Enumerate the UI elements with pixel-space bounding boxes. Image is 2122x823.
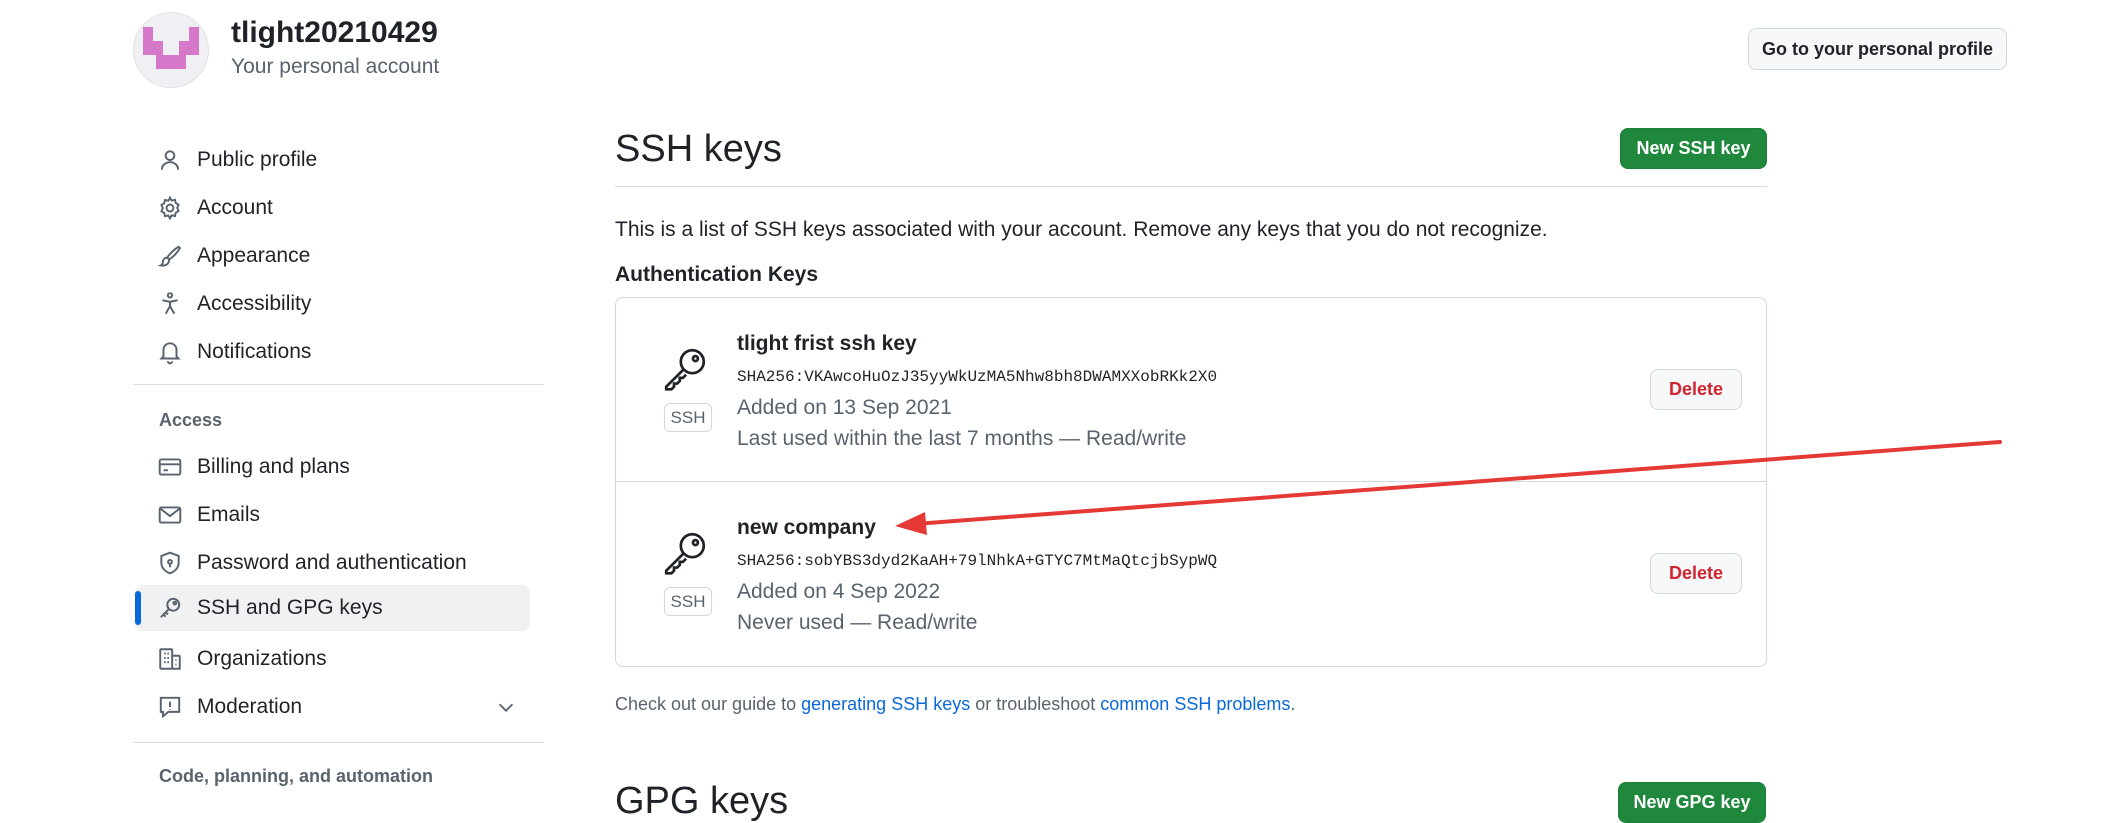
- annotation-arrow: [895, 440, 2002, 535]
